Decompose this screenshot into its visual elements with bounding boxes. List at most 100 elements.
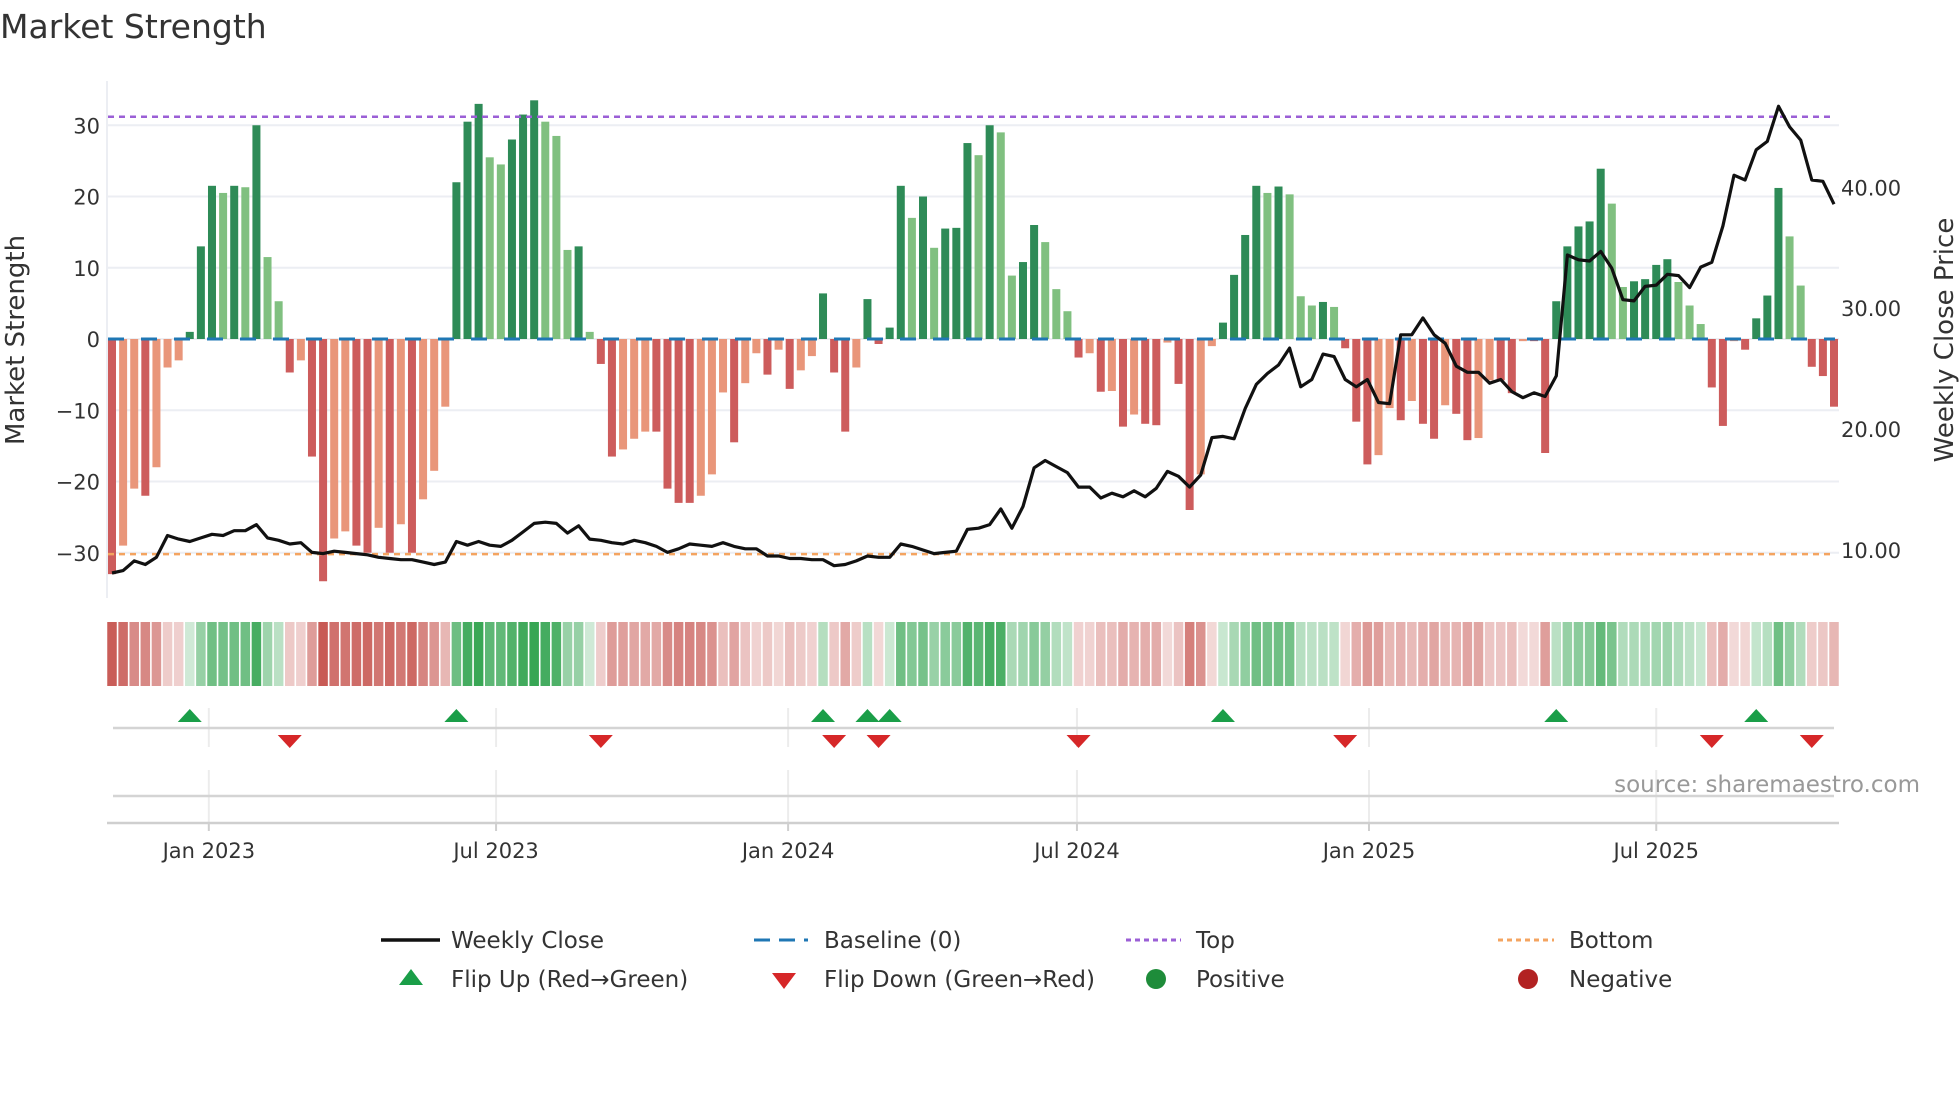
strip-cell — [1362, 622, 1373, 686]
positive-dot-icon — [1146, 969, 1166, 989]
strip-cell — [185, 622, 195, 686]
legend-baseline: Baseline (0) — [824, 928, 961, 954]
strip-cell — [329, 622, 339, 686]
strip-cell — [1507, 622, 1517, 686]
flip-down-marker — [1799, 735, 1824, 748]
strip-cell — [729, 622, 739, 686]
strength-bar — [785, 339, 794, 389]
strip-cell — [1218, 622, 1228, 686]
strength-bar — [1807, 339, 1816, 367]
strip-cell — [973, 622, 984, 686]
strength-bar — [108, 339, 116, 575]
y-tick-label: 0 — [87, 328, 100, 352]
strip-cell — [1684, 622, 1695, 686]
strength-bar — [1474, 339, 1483, 439]
strength-bar — [230, 185, 239, 339]
strength-bar — [274, 301, 283, 339]
legend-flip-up: Flip Up (Red→Green) — [451, 967, 688, 993]
strip-cell — [1384, 622, 1395, 686]
strength-bar — [1363, 339, 1372, 465]
strip-cell — [207, 622, 217, 686]
strip-cell — [596, 622, 606, 686]
flip-up-marker — [811, 709, 836, 722]
strength-bar — [585, 331, 594, 339]
strip-cell — [1107, 622, 1117, 686]
strength-bar — [1496, 339, 1505, 381]
strength-bar — [1796, 285, 1805, 339]
strip-cell — [1073, 622, 1084, 686]
legend-positive: Positive — [1196, 967, 1285, 993]
strength-bar — [930, 247, 939, 339]
strip-cell — [818, 622, 828, 686]
x-tick-label: Jan 2023 — [161, 839, 256, 863]
strength-bar — [1485, 339, 1494, 381]
strip-cell — [584, 622, 595, 686]
strength-bar — [1307, 305, 1316, 339]
x-tick-label: Jan 2024 — [740, 839, 835, 863]
legend-top: Top — [1195, 928, 1235, 954]
strength-bar — [307, 339, 316, 457]
strength-bar — [1585, 221, 1594, 339]
strength-bar — [130, 339, 139, 489]
strip-cell — [318, 622, 328, 686]
legend-bottom: Bottom — [1569, 928, 1653, 954]
strength-bar — [1652, 264, 1661, 339]
y2-tick-label: 20.00 — [1841, 418, 1901, 442]
strength-bar — [163, 339, 172, 368]
strength-bar — [1296, 296, 1305, 339]
strip-cell — [429, 622, 439, 686]
strength-bar — [1718, 339, 1727, 426]
strip-cell — [662, 622, 673, 686]
strip-cell — [1318, 622, 1328, 686]
strip-cell — [962, 622, 973, 686]
strip-cell — [1473, 622, 1484, 686]
strength-bar — [663, 339, 672, 489]
strength-bar — [1074, 339, 1083, 358]
strength-bar — [1174, 339, 1183, 384]
strip-cell — [1829, 622, 1839, 686]
y2-tick-label: 40.00 — [1841, 176, 1901, 200]
strength-bar — [330, 339, 339, 539]
strength-bar — [841, 339, 850, 432]
strength-bar — [1063, 311, 1072, 339]
strip-cell — [1229, 622, 1239, 686]
strength-bar — [1030, 225, 1039, 339]
strip-cell — [1440, 622, 1450, 686]
strength-bar — [1685, 305, 1694, 339]
strength-bar — [941, 228, 950, 339]
strength-bars — [108, 100, 1838, 582]
strip-cell — [407, 622, 417, 686]
strip-cell — [529, 622, 539, 686]
strength-bar — [430, 339, 439, 471]
strength-bar — [1352, 339, 1361, 422]
strip-cell — [1029, 622, 1039, 686]
strength-bar — [1663, 259, 1672, 339]
strip-cell — [840, 622, 850, 686]
strength-bar — [1285, 194, 1294, 339]
strip-cell — [1295, 622, 1306, 686]
x-tick-label: Jul 2023 — [451, 839, 538, 863]
strength-bar — [407, 339, 416, 553]
strip-cell — [1551, 622, 1562, 686]
strength-bar — [285, 339, 294, 373]
strength-bar — [1430, 339, 1439, 439]
strength-bar — [396, 339, 405, 525]
y-tick-label: −10 — [56, 399, 100, 423]
strength-bar — [630, 339, 639, 439]
strip-cell — [484, 622, 495, 686]
strength-bar — [1630, 281, 1639, 339]
strip-cell — [551, 622, 562, 686]
strength-bar — [1118, 339, 1127, 427]
strip-cell — [1529, 622, 1539, 686]
strength-bar — [152, 339, 161, 468]
strength-bar — [1230, 274, 1239, 339]
strength-bar — [541, 121, 550, 339]
strength-bar — [530, 100, 539, 339]
strength-bar — [963, 143, 972, 339]
strength-bar — [1052, 289, 1061, 339]
strip-cell — [1595, 622, 1606, 686]
flip-up-marker — [855, 709, 880, 722]
strength-bar — [1785, 236, 1794, 339]
strip-cell — [1251, 622, 1262, 686]
strength-bar — [896, 185, 905, 339]
